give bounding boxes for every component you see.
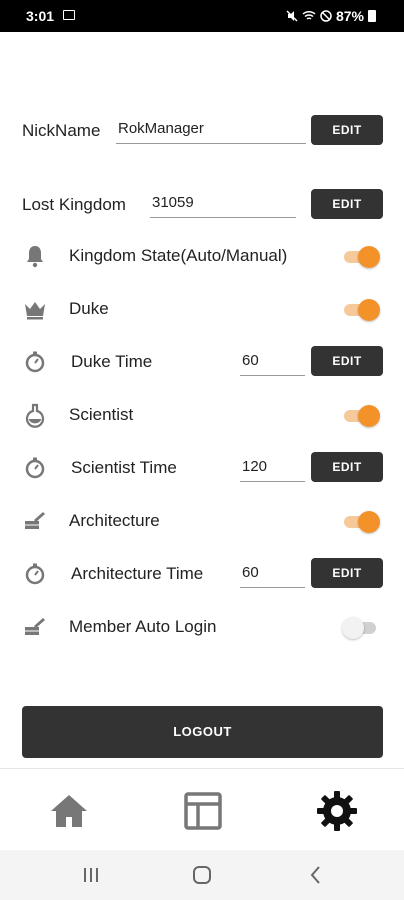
lost-kingdom-edit-button[interactable]: EDIT	[311, 189, 383, 219]
back-icon[interactable]	[305, 864, 327, 886]
toggle-thumb	[358, 299, 380, 321]
architecture-time-label: Architecture Time	[71, 564, 204, 583]
stopwatch-icon	[25, 563, 45, 585]
wifi-icon	[302, 10, 316, 20]
duke-toggle[interactable]	[344, 296, 380, 322]
architecture-time-edit-button[interactable]: EDIT	[311, 558, 383, 588]
scientist-toggle[interactable]	[344, 402, 380, 428]
member-auto-login-toggle[interactable]	[342, 614, 380, 640]
duke-time-field[interactable]: 60	[240, 350, 305, 376]
setting-row-kingdom-state: Kingdom State(Auto/Manual)	[0, 236, 404, 276]
bottom-tab-bar	[0, 768, 404, 851]
architecture-label: Architecture	[69, 511, 160, 530]
home-nav-icon[interactable]	[191, 864, 213, 886]
table-icon[interactable]	[181, 789, 225, 833]
battery-percent: 87%	[335, 8, 364, 24]
lost-kingdom-row: Lost Kingdom 31059 EDIT	[0, 186, 404, 226]
logout-button[interactable]: LOGOUT	[22, 706, 383, 758]
home-icon[interactable]	[47, 789, 91, 833]
trowel-brick-icon	[25, 618, 45, 635]
toggle-thumb	[342, 617, 364, 639]
gallery-notification-icon	[63, 10, 75, 20]
bell-icon	[27, 246, 43, 268]
setting-row-member-auto-login: Member Auto Login	[0, 607, 404, 647]
nickname-edit-button[interactable]: EDIT	[311, 115, 383, 145]
recent-apps-icon[interactable]	[80, 864, 102, 886]
nickname-field[interactable]: RokManager	[116, 118, 306, 144]
duke-time-row: Duke Time 60 EDIT	[0, 342, 404, 382]
flask-icon	[25, 403, 45, 428]
toggle-thumb	[358, 246, 380, 268]
duke-label: Duke	[69, 299, 109, 318]
architecture-toggle[interactable]	[344, 508, 380, 534]
status-time: 3:01	[26, 8, 55, 24]
scientist-label: Scientist	[69, 405, 134, 424]
stopwatch-icon	[25, 351, 45, 373]
status-right: 87%	[286, 8, 376, 24]
nickname-row: NickName RokManager EDIT	[0, 112, 404, 152]
status-bar: 3:01 87%	[0, 0, 404, 32]
setting-row-scientist: Scientist	[0, 395, 404, 435]
stopwatch-icon	[25, 457, 45, 479]
duke-time-label: Duke Time	[71, 352, 153, 371]
nickname-label: NickName	[22, 121, 101, 140]
toggle-thumb	[358, 405, 380, 427]
scientist-time-field[interactable]: 120	[240, 456, 305, 482]
dnd-icon	[320, 10, 332, 22]
scientist-time-edit-button[interactable]: EDIT	[311, 452, 383, 482]
battery-icon	[368, 10, 376, 22]
mute-icon	[286, 10, 298, 22]
scientist-time-label: Scientist Time	[71, 458, 177, 477]
architecture-time-row: Architecture Time 60 EDIT	[0, 554, 404, 594]
gear-icon[interactable]	[315, 789, 359, 833]
duke-time-edit-button[interactable]: EDIT	[311, 346, 383, 376]
setting-row-architecture: Architecture	[0, 501, 404, 541]
kingdom-state-label: Kingdom State(Auto/Manual)	[69, 246, 288, 265]
setting-row-duke: Duke	[0, 289, 404, 329]
kingdom-state-toggle[interactable]	[344, 243, 380, 269]
crown-icon	[25, 302, 45, 320]
scientist-time-row: Scientist Time 120 EDIT	[0, 448, 404, 488]
system-nav-bar	[0, 850, 404, 900]
lost-kingdom-label: Lost Kingdom	[22, 195, 126, 214]
trowel-brick-icon	[25, 512, 45, 529]
lost-kingdom-field[interactable]: 31059	[150, 192, 296, 218]
architecture-time-field[interactable]: 60	[240, 562, 305, 588]
member-auto-login-label: Member Auto Login	[69, 617, 217, 636]
toggle-thumb	[358, 511, 380, 533]
